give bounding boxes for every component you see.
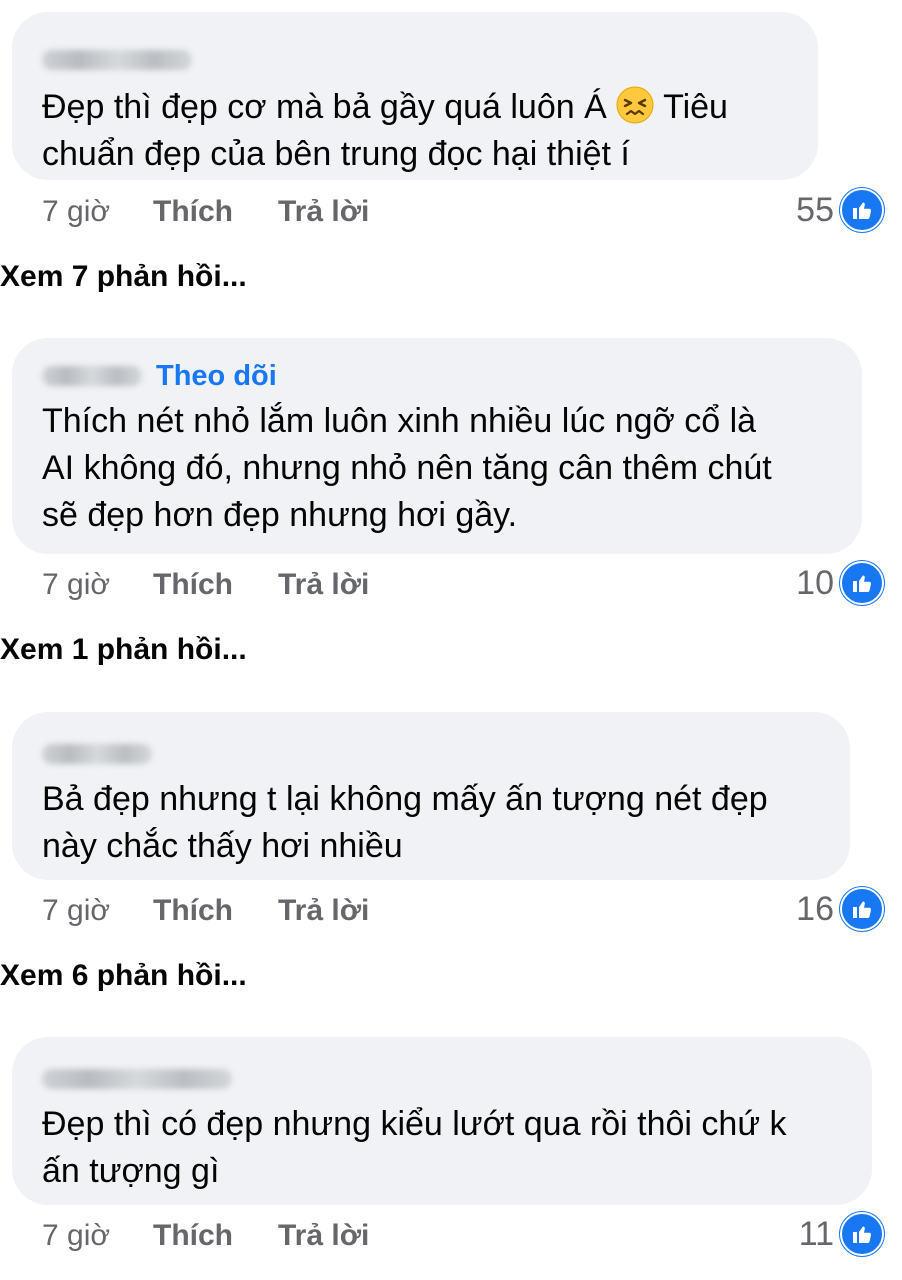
follow-button[interactable]: Theo dõi: [156, 360, 277, 393]
like-button[interactable]: Thích: [153, 1219, 278, 1253]
comment-time[interactable]: 7 giờ: [42, 894, 153, 928]
like-button[interactable]: Thích: [153, 894, 278, 928]
comment-bubble: Đẹp thì có đẹp nhưng kiểu lướt qua rồi t…: [12, 1037, 872, 1205]
like-button[interactable]: Thích: [153, 568, 278, 602]
comment-text: Thích nét nhỏ lắm luôn xinh nhiều lúc ng…: [42, 402, 772, 534]
comment-actions: 7 giờ Thích Trả lời: [42, 891, 369, 931]
reply-button[interactable]: Trả lời: [278, 568, 369, 602]
reaction-summary[interactable]: 16: [796, 887, 884, 931]
reply-button[interactable]: Trả lời: [278, 894, 369, 928]
comment-bubble: Bả đẹp nhưng t lại không mấy ấn tượng né…: [12, 712, 850, 880]
author-name-blurred[interactable]: [42, 50, 192, 70]
author-name-blurred[interactable]: [42, 366, 142, 386]
confounded-face-icon: [616, 86, 654, 124]
comment-time[interactable]: 7 giờ: [42, 568, 153, 602]
view-replies-link[interactable]: Xem 6 phản hồi...: [0, 959, 247, 993]
reaction-summary[interactable]: 10: [796, 561, 884, 605]
author-name-blurred[interactable]: [42, 744, 152, 764]
reaction-summary[interactable]: 55: [796, 188, 884, 232]
comment-author-row: Theo dõi: [42, 356, 832, 396]
reaction-summary[interactable]: 11: [799, 1212, 884, 1256]
comment-text-part: Đẹp thì đẹp cơ mà bả gầy quá luôn Á: [42, 88, 607, 126]
reaction-count: 16: [796, 889, 834, 928]
view-replies-link[interactable]: Xem 1 phản hồi...: [0, 633, 247, 667]
comment-text: Đẹp thì đẹp cơ mà bả gầy quá luôn Á Tiêu…: [42, 84, 788, 178]
comments-page: Đẹp thì đẹp cơ mà bả gầy quá luôn Á Tiêu…: [0, 0, 902, 1280]
view-replies-link[interactable]: Xem 7 phản hồi...: [0, 260, 247, 294]
comment-text: Bả đẹp nhưng t lại không mấy ấn tượng né…: [42, 780, 768, 865]
thumbs-up-icon: [840, 1212, 884, 1256]
thumbs-up-icon: [840, 887, 884, 931]
comment-text: Đẹp thì có đẹp nhưng kiểu lướt qua rồi t…: [42, 1105, 787, 1190]
comment-actions: 7 giờ Thích Trả lời: [42, 565, 369, 605]
like-button[interactable]: Thích: [153, 195, 278, 229]
reaction-count: 55: [796, 190, 834, 229]
author-name-blurred[interactable]: [42, 1069, 232, 1089]
thumbs-up-icon: [840, 561, 884, 605]
reply-button[interactable]: Trả lời: [278, 195, 369, 229]
comment-time[interactable]: 7 giờ: [42, 195, 153, 229]
comment-actions: 7 giờ Thích Trả lời: [42, 192, 369, 232]
thumbs-up-icon: [840, 188, 884, 232]
reply-button[interactable]: Trả lời: [278, 1219, 369, 1253]
comment-bubble: Đẹp thì đẹp cơ mà bả gầy quá luôn Á Tiêu…: [12, 12, 818, 180]
reaction-count: 11: [798, 1214, 834, 1253]
comment-author-row: [42, 40, 788, 80]
comment-author-row: [42, 734, 820, 774]
comment-time[interactable]: 7 giờ: [42, 1219, 153, 1253]
comment-bubble: Theo dõi Thích nét nhỏ lắm luôn xinh nhi…: [12, 338, 862, 554]
reaction-count: 10: [796, 563, 834, 602]
comment-author-row: [42, 1059, 842, 1099]
comment-actions: 7 giờ Thích Trả lời: [42, 1216, 369, 1256]
